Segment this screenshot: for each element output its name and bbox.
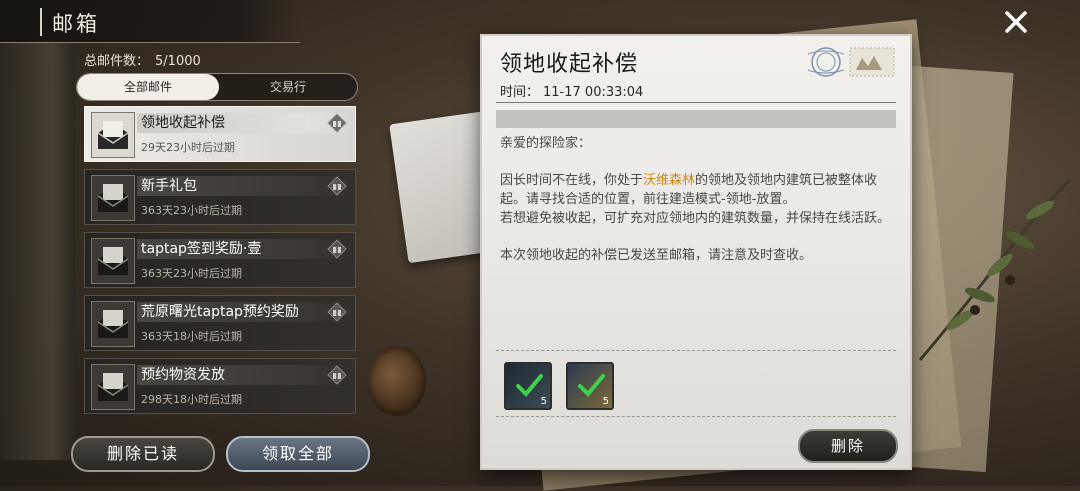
claim-all-button[interactable]: 领取全部 (226, 436, 370, 472)
territory-name-highlight: 沃维森林 (643, 173, 696, 188)
delete-mail-button[interactable]: 删除 (798, 429, 898, 463)
mail-item-expire: 298天18小时后过期 (141, 393, 242, 406)
check-icon (516, 374, 543, 397)
gift-icon (327, 239, 347, 259)
delete-read-button[interactable]: 删除已读 (71, 436, 215, 472)
mail-detail-title: 领地收起补偿 (500, 52, 639, 77)
gift-icon (327, 365, 347, 385)
open-envelope-icon (91, 175, 135, 221)
bookshelf-decoration (0, 40, 75, 460)
reward-item[interactable]: 5 (566, 362, 614, 410)
open-envelope-icon (91, 301, 135, 347)
mail-item[interactable]: 新手礼包 363天23小时后过期 (84, 169, 356, 225)
mail-item-expire: 363天18小时后过期 (141, 330, 242, 343)
pinecone-decoration (368, 346, 426, 416)
reward-quantity: 5 (540, 396, 547, 407)
open-envelope-icon (91, 112, 135, 158)
mail-detail-time-value: 11-17 00:33:04 (543, 85, 644, 100)
gift-icon (327, 113, 347, 133)
mail-item[interactable]: 荒原曙光taptap预约奖励 363天18小时后过期 (84, 295, 356, 351)
subject-bar (496, 110, 896, 128)
mail-paragraph-2: 若想避免被收起，可扩充对应领地内的建筑数量，并保持在线活跃。 (500, 211, 891, 226)
mail-item-name: 新手礼包 (137, 176, 351, 196)
title-accent-line (40, 8, 42, 36)
tab-trading-house[interactable]: 交易行 (219, 74, 357, 100)
open-envelope-icon (91, 238, 135, 284)
mail-detail-time-label: 时间： (500, 85, 540, 100)
mail-paragraph-1: 因长时间不在线，你处于沃维森林的领地及领地内建筑已被整体收起。请寻找合适的位置，… (500, 171, 892, 209)
mail-tabs: 全部邮件 交易行 (76, 73, 358, 101)
check-icon (578, 374, 605, 397)
mail-item-expire: 363天23小时后过期 (141, 204, 242, 217)
mail-greeting: 亲爱的探险家： (500, 136, 592, 151)
paragraph-1-start: 因长时间不在线，你处于 (500, 173, 644, 188)
reward-quantity: 5 (602, 396, 609, 407)
title-divider (496, 102, 896, 103)
mail-item-expire: 29天23小时后过期 (141, 141, 235, 154)
mail-item-name: taptap签到奖励·壹 (137, 239, 351, 259)
mail-item-name: 预约物资发放 (137, 365, 351, 385)
close-icon[interactable] (1000, 6, 1032, 38)
postage-stamp-icon (807, 47, 895, 77)
mail-list: 领地收起补偿 29天23小时后过期 新手礼包 363天23小时后过期 tapta… (84, 106, 356, 421)
mail-item-expire: 363天23小时后过期 (141, 267, 242, 280)
open-envelope-icon (91, 364, 135, 410)
reward-item[interactable]: 5 (504, 362, 552, 410)
mail-detail-time: 时间： 11-17 00:33:04 (500, 81, 643, 100)
gift-icon (327, 176, 347, 196)
total-mail-count-label: 总邮件数： (84, 54, 150, 69)
olive-branch-decoration (918, 178, 1072, 361)
tab-all-mail[interactable]: 全部邮件 (77, 74, 219, 100)
mail-item-name: 荒原曙光taptap预约奖励 (137, 302, 351, 322)
mail-detail-panel: 领地收起补偿 时间： 11-17 00:33:04 亲爱的探险家： 因长时间不在线… (480, 34, 912, 470)
mail-item[interactable]: 领地收起补偿 29天23小时后过期 (84, 106, 356, 162)
page-title: 邮箱 (52, 12, 100, 36)
rewards-top-divider (496, 350, 896, 351)
mail-body: 亲爱的探险家： 因长时间不在线，你处于沃维森林的领地及领地内建筑已被整体收起。请… (500, 134, 892, 265)
rewards-bottom-divider (496, 416, 896, 417)
total-mail-count-value: 5/1000 (155, 54, 201, 69)
mail-item-name: 领地收起补偿 (137, 113, 351, 133)
mail-paragraph-3: 本次领地收起的补偿已发送至邮箱，请注意及时查收。 (500, 248, 813, 263)
gift-icon (327, 302, 347, 322)
mail-item[interactable]: 预约物资发放 298天18小时后过期 (84, 358, 356, 414)
mail-item[interactable]: taptap签到奖励·壹 363天23小时后过期 (84, 232, 356, 288)
total-mail-count: 总邮件数： 5/1000 (84, 50, 201, 69)
title-bar: 邮箱 (0, 0, 300, 43)
